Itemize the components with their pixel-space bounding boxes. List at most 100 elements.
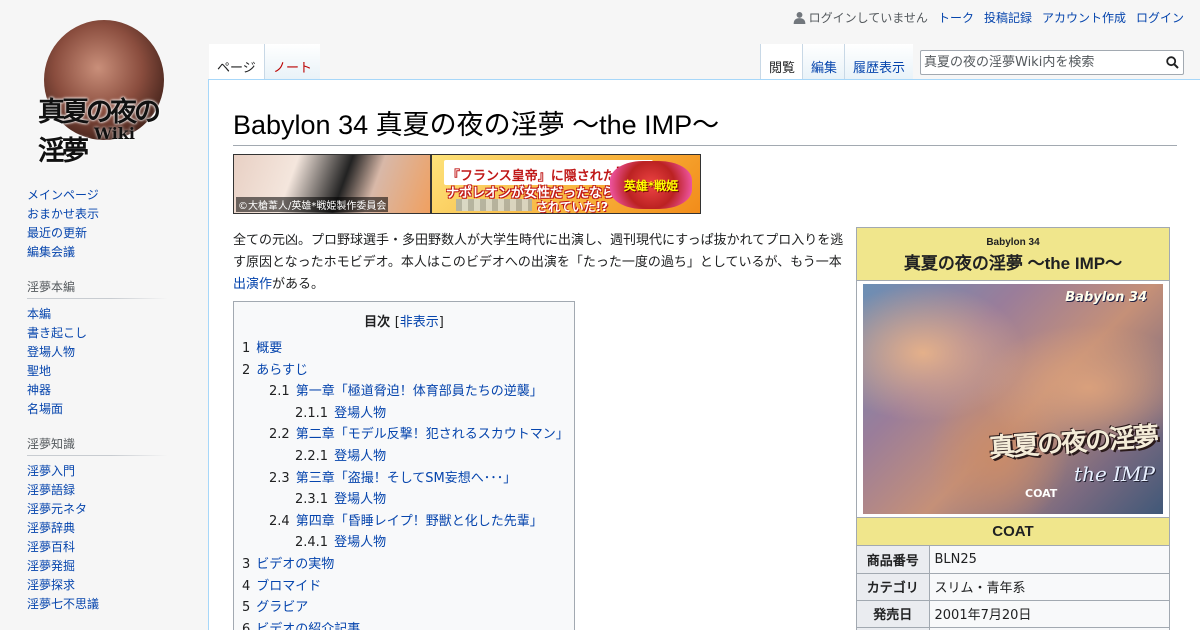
- toc-item[interactable]: 2.3.1 登場人物: [242, 489, 566, 511]
- toc-link[interactable]: 登場人物: [334, 492, 386, 507]
- search-icon[interactable]: [1161, 56, 1183, 69]
- tab-read[interactable]: 閲覧: [760, 44, 804, 80]
- toc-number: 2.3.1: [295, 492, 329, 508]
- toc-item[interactable]: 1 概要: [242, 338, 566, 360]
- sidebar-item[interactable]: 神器: [27, 383, 51, 397]
- cover-brand-text: COAT: [1025, 487, 1058, 500]
- banner-game-logo: 英雄*戦姫: [610, 161, 692, 209]
- toc-link[interactable]: 登場人物: [334, 406, 386, 421]
- toc-number: 1: [242, 341, 251, 356]
- sidebar-item[interactable]: 淫夢入門: [27, 464, 75, 478]
- sidebar-item[interactable]: 書き起こし: [27, 326, 87, 340]
- sidebar-item[interactable]: 淫夢元ネタ: [27, 502, 87, 516]
- toc-hide-link[interactable]: 非表示: [400, 315, 439, 330]
- sidebar-item[interactable]: 淫夢語録: [27, 483, 75, 497]
- toc-link[interactable]: 概要: [256, 341, 282, 356]
- toc-number: 3: [242, 556, 251, 572]
- cover-subtitle-text: the IMP: [1074, 462, 1155, 486]
- toc-link[interactable]: 登場人物: [334, 449, 386, 464]
- intro-text: 全ての元凶。プロ野球選手・多田野数人が大学生時代に出演し、週刊現代にすっぱ抜かれ…: [233, 233, 844, 270]
- anon-user-status: ログインしていません: [793, 9, 928, 26]
- tab-edit[interactable]: 編集: [802, 44, 846, 80]
- logo-subtitle: Wiki: [94, 124, 135, 143]
- row-value: BLN25: [929, 546, 1169, 574]
- sidebar-item[interactable]: 淫夢発掘: [27, 559, 75, 573]
- user-talk-link[interactable]: トーク: [938, 9, 974, 26]
- toc-link[interactable]: あらすじ: [256, 363, 308, 378]
- contributions-link[interactable]: 投稿記録: [984, 9, 1032, 26]
- toc-toggle: [非表示]: [394, 315, 444, 330]
- row-label: 商品番号: [857, 546, 930, 574]
- toc-link[interactable]: 第三章「盗撮！そしてSM妄想へ･･･」: [296, 471, 517, 486]
- search-input[interactable]: [921, 55, 1161, 70]
- infobox-title: 真夏の夜の淫夢 ～the IMP～: [903, 254, 1123, 273]
- sidebar-heading-main-story: 淫夢本編: [27, 278, 167, 299]
- toc-number: 2: [242, 362, 251, 378]
- toc-item[interactable]: 2.4 第四章「昏睡レイプ！野獣と化した先輩」: [242, 511, 566, 533]
- ad-banner[interactable]: ©大槍葦人/英雄*戦姫製作委員会 『フランス皇帝』に隠された真実 ナポレオンが女…: [233, 154, 701, 214]
- sidebar: メインページ おまかせ表示 最近の更新 編集会議 淫夢本編 本編 書き起こし 登…: [27, 186, 197, 614]
- toc-item[interactable]: 4 ブロマイド: [242, 576, 566, 598]
- tab-history[interactable]: 履歴表示: [844, 44, 914, 80]
- toc-item[interactable]: 5 グラビア: [242, 597, 566, 619]
- sidebar-item[interactable]: 登場人物: [27, 345, 75, 359]
- sidebar-item-recent-changes[interactable]: 最近の更新: [27, 226, 87, 240]
- toc-item[interactable]: 2.2 第二章「モデル反撃！犯されるスカウトマン」: [242, 424, 569, 446]
- sidebar-item[interactable]: 淫夢辞典: [27, 521, 75, 535]
- infobox-cover-frame: Babylon 34 真夏の夜の淫夢 the IMP COAT: [857, 281, 1169, 518]
- toc-item[interactable]: 2.3 第三章「盗撮！そしてSM妄想へ･･･」: [242, 468, 566, 490]
- video-cover-image[interactable]: Babylon 34 真夏の夜の淫夢 the IMP COAT: [863, 284, 1163, 514]
- banner-mosaic: [456, 199, 532, 211]
- sidebar-item-main-page[interactable]: メインページ: [27, 188, 99, 202]
- infobox-series: Babylon 34: [986, 237, 1040, 248]
- toc-link[interactable]: 登場人物: [334, 535, 386, 550]
- content-area: Babylon 34 真夏の夜の淫夢 ～the IMP～ ©大槍葦人/英雄*戦姫…: [208, 79, 1200, 630]
- site-logo[interactable]: 真夏の夜の淫夢 Wiki: [36, 20, 172, 167]
- intro-link-other-work[interactable]: 出演作: [233, 277, 272, 292]
- toc-link[interactable]: ブロマイド: [256, 579, 321, 594]
- toc-item[interactable]: 2.2.1 登場人物: [242, 446, 566, 468]
- toc-item[interactable]: 2.1.1 登場人物: [242, 403, 566, 425]
- sidebar-item[interactable]: 淫夢七不思議: [27, 597, 99, 611]
- sidebar-item-random[interactable]: おまかせ表示: [27, 207, 99, 221]
- not-logged-in-text: ログインしていません: [808, 11, 928, 25]
- toc-list: 1 概要 2 あらすじ 2.1 第一章「極道脅迫！体育部員たちの逆襲」 2.1.1 登場人物 2…: [242, 338, 569, 630]
- tab-talk[interactable]: ノート: [264, 44, 321, 80]
- banner-tagline-end: されていた!?: [536, 200, 609, 214]
- toc-link[interactable]: ビデオの実物: [256, 557, 334, 572]
- toc-number: 2.2: [269, 427, 290, 443]
- toc-item[interactable]: 3 ビデオの実物: [242, 554, 566, 576]
- infobox-maker: COAT: [857, 518, 1169, 546]
- cover-series-text: Babylon 34: [1065, 290, 1147, 305]
- toc-link[interactable]: 第一章「極道脅迫！体育部員たちの逆襲」: [296, 384, 543, 399]
- infobox: Babylon 34 真夏の夜の淫夢 ～the IMP～ Babylon 34 …: [856, 227, 1170, 630]
- toc-number: 2.2.1: [295, 448, 329, 464]
- sidebar-item[interactable]: 淫夢探求: [27, 578, 75, 592]
- sidebar-item[interactable]: 名場面: [27, 402, 63, 416]
- create-account-link[interactable]: アカウント作成: [1042, 9, 1126, 26]
- banner-image: ©大槍葦人/英雄*戦姫製作委員会: [234, 155, 432, 213]
- toc-number: 2.3: [269, 470, 290, 486]
- toc-link[interactable]: ビデオの紹介記事: [256, 622, 360, 630]
- toc-item[interactable]: 2 あらすじ: [242, 360, 566, 382]
- intro-paragraph: 全ての元凶。プロ野球選手・多田野数人が大学生時代に出演し、週刊現代にすっぱ抜かれ…: [233, 230, 851, 296]
- sidebar-navigation: メインページ おまかせ表示 最近の更新 編集会議: [27, 186, 197, 262]
- search-box: [920, 50, 1184, 75]
- toc-number: 2.4.1: [295, 535, 329, 551]
- tab-page[interactable]: ページ: [209, 44, 264, 80]
- infobox-table: 商品番号 BLN25 カテゴリ スリム・青年系 発売日 2001年7月20日: [857, 546, 1169, 630]
- toc-item[interactable]: 6 ビデオの紹介記事: [242, 619, 566, 630]
- toc-number: 2.4: [269, 513, 290, 529]
- toc-link[interactable]: 第二章「モデル反撃！犯されるスカウトマン」: [296, 427, 569, 442]
- table-row: 発売日 2001年7月20日: [857, 600, 1169, 628]
- toc-link[interactable]: 第四章「昏睡レイプ！野獣と化した先輩」: [296, 514, 543, 529]
- toc-item[interactable]: 2.1 第一章「極道脅迫！体育部員たちの逆襲」: [242, 381, 566, 403]
- sidebar-item-editing-meeting[interactable]: 編集会議: [27, 245, 75, 259]
- sidebar-item[interactable]: 本編: [27, 307, 51, 321]
- sidebar-item[interactable]: 淫夢百科: [27, 540, 75, 554]
- sidebar-item[interactable]: 聖地: [27, 364, 51, 378]
- toc-item[interactable]: 2.4.1 登場人物: [242, 532, 566, 554]
- login-link[interactable]: ログイン: [1136, 9, 1184, 26]
- toc-link[interactable]: グラビア: [256, 600, 308, 615]
- toc-number: 2.1.1: [295, 405, 329, 421]
